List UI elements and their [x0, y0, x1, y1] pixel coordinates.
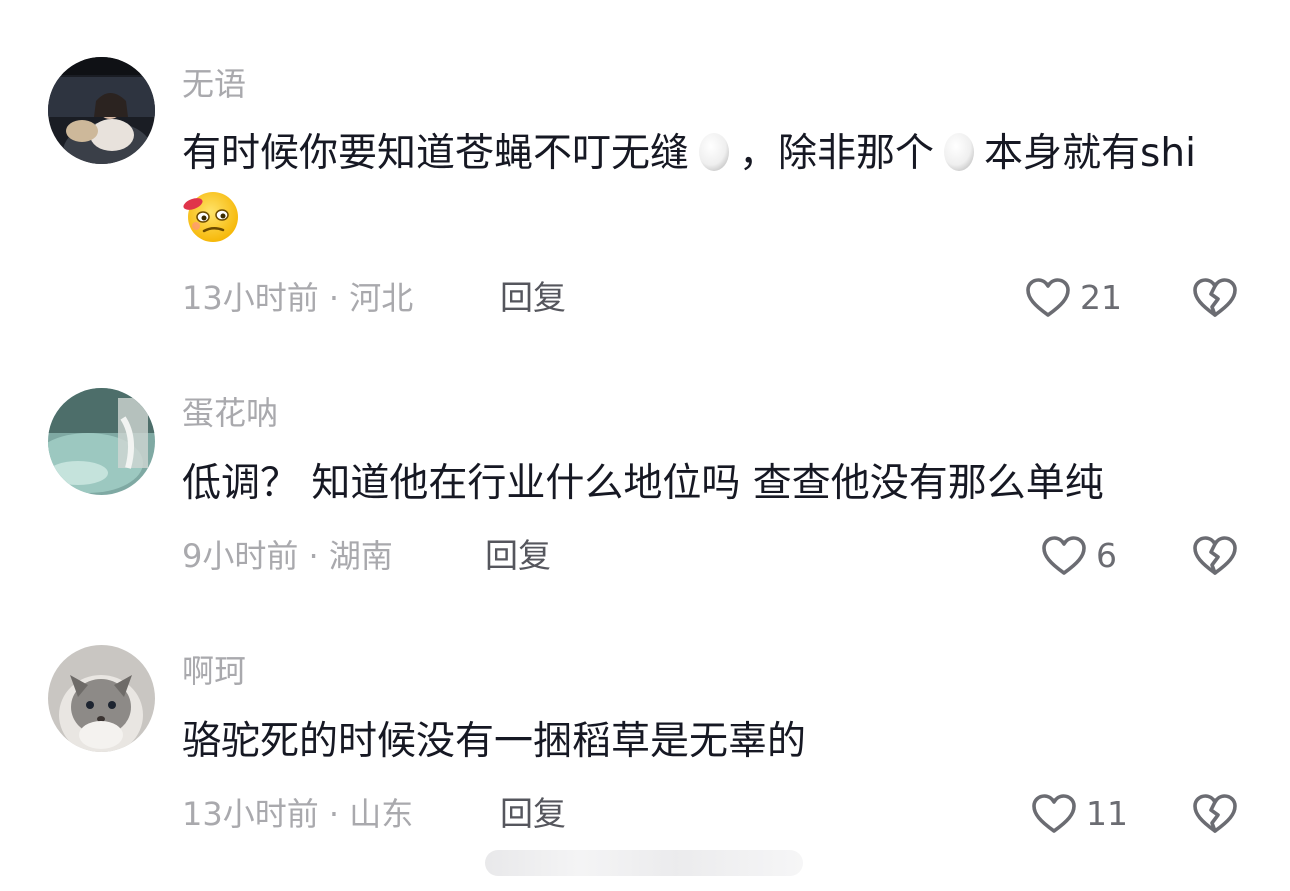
like-count: 21 [1080, 278, 1122, 317]
dizzy-face-emoji-icon [183, 192, 238, 242]
broken-heart-outline-icon [1193, 794, 1237, 833]
home-indicator[interactable] [485, 850, 803, 876]
avatar-image [48, 57, 155, 164]
avatar-image [48, 645, 155, 752]
broken-heart-outline-icon [1193, 278, 1237, 317]
comment-text: 有时候你要知道苍蝇不叮无缝 ，除非那个 本身就有shi [182, 122, 1242, 250]
time-location: 13小时前 · 河北 [182, 279, 414, 317]
avatar[interactable] [48, 388, 155, 495]
comment-text-part: 有时候你要知道苍蝇不叮无缝 [182, 131, 690, 176]
like-button[interactable]: 11 [1030, 790, 1128, 838]
like-count: 11 [1086, 794, 1128, 833]
comment-text-part: 本身就有shi [984, 131, 1196, 176]
egg-emoji-icon [699, 133, 730, 171]
time-location: 9小时前 · 湖南 [182, 537, 393, 575]
egg-emoji-icon [944, 133, 975, 171]
heart-outline-icon [1032, 794, 1076, 833]
time-location: 13小时前 · 山东 [182, 795, 414, 833]
broken-heart-outline-icon [1193, 536, 1237, 575]
comment-text: 低调？ 知道他在行业什么地位吗 查查他没有那么单纯 [182, 461, 1104, 506]
like-count: 6 [1096, 536, 1117, 575]
heart-outline-icon [1042, 536, 1086, 575]
comment-text-part: ，除非那个 [739, 131, 935, 176]
username[interactable]: 无语 [182, 64, 246, 104]
dislike-button[interactable] [1191, 274, 1239, 326]
avatar[interactable] [48, 57, 155, 164]
reply-button[interactable]: 回复 [500, 794, 566, 834]
like-button[interactable]: 6 [1040, 532, 1117, 580]
reply-button[interactable]: 回复 [485, 536, 551, 576]
username[interactable]: 啊珂 [182, 651, 246, 691]
reply-button[interactable]: 回复 [500, 278, 566, 318]
avatar-image [48, 388, 155, 495]
like-button[interactable]: 21 [1024, 274, 1122, 322]
heart-outline-icon [1026, 278, 1070, 317]
dislike-button[interactable] [1191, 790, 1239, 842]
dislike-button[interactable] [1191, 532, 1239, 584]
avatar[interactable] [48, 645, 155, 752]
comment-text: 骆驼死的时候没有一捆稻草是无辜的 [182, 719, 807, 764]
username[interactable]: 蛋花呐 [182, 393, 278, 433]
